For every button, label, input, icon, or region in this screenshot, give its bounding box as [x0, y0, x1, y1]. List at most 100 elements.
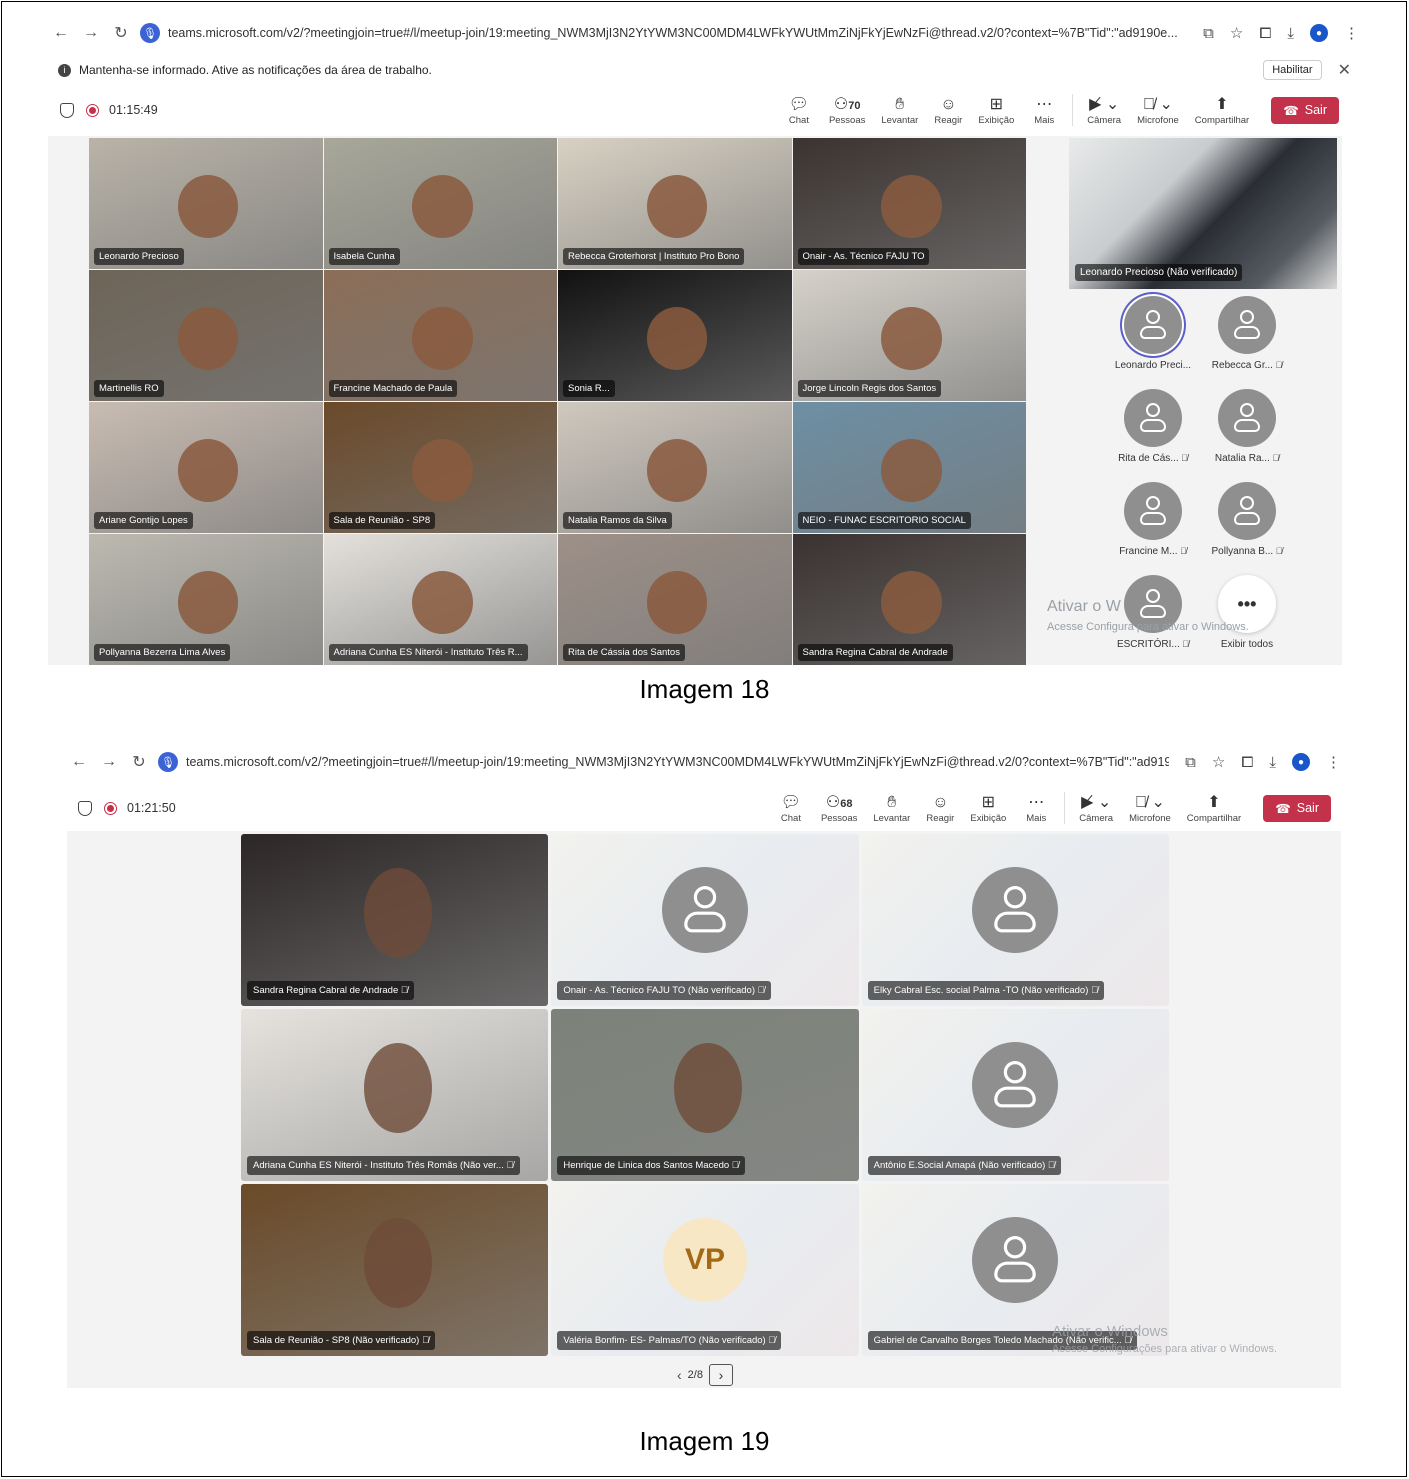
site-info-icon[interactable]: 🎙	[140, 23, 160, 43]
raise-hand-button[interactable]: ✋︎ Levantar	[881, 95, 918, 126]
video-tile[interactable]: Onair - As. Técnico FAJU TO	[792, 138, 1026, 269]
video-tile[interactable]: Pollyanna Bezerra Lima Alves	[89, 534, 323, 665]
people-button[interactable]: ⚇70 Pessoas	[829, 95, 865, 126]
more-button[interactable]: ⋯ Mais	[1022, 793, 1050, 824]
menu-kebab-icon[interactable]: ⋮	[1344, 24, 1359, 42]
participant-face	[881, 306, 942, 370]
address-bar[interactable]: 🎙 teams.microsoft.com/v2/?meetingjoin=tr…	[158, 752, 1169, 772]
spotlight-name: Leonardo Precioso (Não verificado)	[1075, 264, 1243, 281]
react-button[interactable]: ☺ Reagir	[926, 793, 954, 824]
back-icon[interactable]: ←	[68, 753, 90, 771]
forward-icon[interactable]: →	[80, 24, 102, 42]
roster-participant[interactable]: Rita de Cás... 🎙̸	[1106, 389, 1200, 464]
video-tile[interactable]: Sala de Reunião - SP8	[323, 402, 557, 533]
camera-button[interactable]: ▶̸ ⌄ Câmera	[1079, 793, 1113, 824]
video-tile[interactable]: Francine Machado de Paula	[323, 270, 557, 401]
roster-participant[interactable]: Pollyanna B... 🎙̸	[1200, 482, 1294, 557]
profile-icon[interactable]: ●	[1310, 24, 1328, 42]
mic-off-icon: 🎙̸	[754, 985, 765, 996]
view-button[interactable]: ⊞ Exibição	[978, 95, 1014, 126]
video-tile[interactable]: NEIO - FUNAC ESCRITORIO SOCIAL	[792, 402, 1026, 533]
download-icon[interactable]: ⤓	[1269, 754, 1276, 771]
video-tile[interactable]: Sonia R...	[558, 270, 792, 401]
video-tile[interactable]: Elky Cabral Esc. social Palma -TO (Não v…	[861, 834, 1169, 1006]
roster-participant[interactable]: Francine M... 🎙̸	[1106, 482, 1200, 557]
browser-toolbar: ← → ↻ 🎙 teams.microsoft.com/v2/?meetingj…	[50, 15, 1359, 51]
video-tile[interactable]: Rita de Cássia dos Santos	[558, 534, 792, 665]
meeting-timer: 01:15:49	[109, 103, 158, 117]
url-text: teams.microsoft.com/v2/?meetingjoin=true…	[186, 755, 1170, 769]
video-tile[interactable]: VP Valéria Bonfim- ES- Palmas/TO (Não ver…	[551, 1184, 859, 1356]
mic-button[interactable]: 🎙̸ ⌄ Microfone	[1137, 95, 1179, 126]
back-icon[interactable]: ←	[50, 24, 72, 42]
roster-participant[interactable]: Natalia Ra... 🎙̸	[1200, 389, 1294, 464]
emoji-icon: ☺	[932, 793, 949, 811]
video-tile[interactable]: Sandra Regina Cabral de Andrade 🎙̸	[241, 834, 549, 1006]
chat-button[interactable]: 💬︎ Chat	[777, 793, 805, 824]
recording-icon	[86, 103, 99, 117]
share-icon: ⬆	[1207, 793, 1221, 811]
cast-icon[interactable]: ⧉	[1185, 754, 1196, 771]
roster-participant[interactable]: Rebecca Gr... 🎙̸	[1200, 296, 1294, 371]
roster-name: Rebecca Gr...	[1211, 360, 1273, 371]
avatar	[1218, 296, 1276, 354]
prev-page-icon[interactable]: ‹	[677, 1367, 682, 1383]
video-tile[interactable]: Martinellis RO	[89, 270, 323, 401]
react-button[interactable]: ☺ Reagir	[934, 95, 962, 126]
participant-face	[363, 1043, 432, 1133]
extensions-icon[interactable]: ⧠	[1241, 754, 1253, 771]
download-icon[interactable]: ⤓	[1287, 25, 1294, 42]
enable-notifications-button[interactable]: Habilitar	[1263, 60, 1322, 80]
video-tile[interactable]: Isabela Cunha	[323, 138, 557, 269]
address-bar[interactable]: 🎙 teams.microsoft.com/v2/?meetingjoin=tr…	[140, 23, 1187, 43]
spotlight-video[interactable]: Leonardo Precioso (Não verificado)	[1069, 138, 1337, 289]
video-tile[interactable]: Rebecca Groterhorst | Instituto Pro Bono	[558, 138, 792, 269]
avatar	[972, 866, 1059, 953]
people-button[interactable]: ⚇68 Pessoas	[821, 793, 857, 824]
bookmark-star-icon[interactable]: ☆	[1212, 753, 1225, 771]
share-button[interactable]: ⬆ Compartilhar	[1187, 793, 1241, 824]
video-tile[interactable]: Onair - As. Técnico FAJU TO (Não verific…	[551, 834, 859, 1006]
roster-participant[interactable]: Leonardo Preci...	[1106, 296, 1200, 371]
video-tile[interactable]: Leonardo Precioso	[89, 138, 323, 269]
caption-image-18: Imagem 18	[639, 674, 770, 704]
chat-button[interactable]: 💬︎ Chat	[785, 95, 813, 126]
mic-off-icon: 🎙̸	[1273, 546, 1283, 556]
video-tile[interactable]: Sandra Regina Cabral de Andrade	[792, 534, 1026, 665]
leave-button[interactable]: ☎ Sair	[1263, 794, 1331, 822]
site-info-icon[interactable]: 🎙	[158, 752, 178, 772]
menu-kebab-icon[interactable]: ⋮	[1326, 753, 1341, 771]
page-indicator: 2/8	[687, 1369, 703, 1381]
avatar	[1124, 482, 1182, 540]
view-button[interactable]: ⊞ Exibição	[970, 793, 1006, 824]
reload-icon[interactable]: ↻	[110, 23, 132, 43]
participant-face	[177, 438, 239, 502]
show-all-button[interactable]: ••• Exibir todos	[1200, 575, 1294, 650]
video-tile[interactable]: Henrique de Linica dos Santos Macedo 🎙̸	[551, 1009, 859, 1181]
close-icon[interactable]: ✕	[1338, 60, 1351, 80]
cast-icon[interactable]: ⧉	[1203, 25, 1214, 42]
next-page-button[interactable]: ›	[708, 1364, 733, 1386]
raise-hand-button[interactable]: ✋︎ Levantar	[873, 793, 910, 824]
more-button[interactable]: ⋯ Mais	[1030, 95, 1058, 126]
forward-icon[interactable]: →	[98, 753, 120, 771]
video-tile[interactable]: Adriana Cunha ES Niterói - Instituto Trê…	[323, 534, 557, 665]
mic-off-icon: 🎙̸	[503, 1160, 514, 1171]
bookmark-star-icon[interactable]: ☆	[1230, 24, 1243, 42]
avatar	[1218, 482, 1276, 540]
video-tile[interactable]: Jorge Lincoln Regis dos Santos	[792, 270, 1026, 401]
camera-button[interactable]: ▶̸ ⌄ Câmera	[1087, 95, 1121, 126]
initials-avatar: VP	[662, 1217, 747, 1302]
video-tile[interactable]: Adriana Cunha ES Niterói - Instituto Trê…	[241, 1009, 549, 1181]
video-tile[interactable]: Natalia Ramos da Silva	[558, 402, 792, 533]
share-button[interactable]: ⬆ Compartilhar	[1195, 95, 1249, 126]
profile-icon[interactable]: ●	[1292, 753, 1310, 771]
video-tile[interactable]: Antônio E.Social Amapá (Não verificado) …	[861, 1009, 1169, 1181]
leave-button[interactable]: ☎ Sair	[1271, 96, 1339, 124]
reload-icon[interactable]: ↻	[128, 752, 150, 772]
mic-button[interactable]: 🎙̸ ⌄ Microfone	[1129, 793, 1171, 824]
video-tile[interactable]: Ariane Gontijo Lopes	[89, 402, 323, 533]
video-tile[interactable]: Sala de Reunião - SP8 (Não verificado) 🎙…	[241, 1184, 549, 1356]
share-icon: ⬆	[1215, 95, 1229, 113]
extensions-icon[interactable]: ⧠	[1259, 25, 1271, 42]
